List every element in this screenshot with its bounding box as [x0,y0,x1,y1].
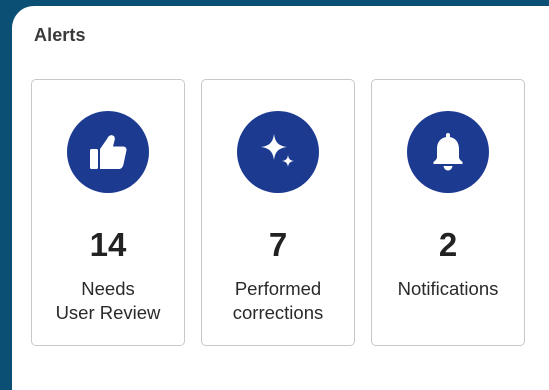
corrections-label-line2: corrections [232,302,324,323]
bell-icon [407,111,489,193]
notifications-card[interactable]: 2 Notifications [371,79,525,346]
needs-review-label-line1: Needs [81,278,135,299]
notifications-label: Notifications [372,277,524,301]
sparkle-icon [237,111,319,193]
corrections-label: Performed corrections [202,277,354,325]
needs-review-label: Needs User Review [32,277,184,325]
corrections-card[interactable]: 7 Performed corrections [201,79,355,346]
corrections-count: 7 [268,226,288,263]
needs-review-card[interactable]: 14 Needs User Review [31,79,185,346]
notifications-count: 2 [438,226,458,263]
notifications-label-line1: Notifications [397,278,499,299]
panel-title: Alerts [34,25,86,45]
corrections-label-line1: Performed [234,278,322,299]
needs-review-count: 14 [89,226,127,263]
alerts-panel: Alerts 14 Needs User Review 7 Performed … [12,6,549,390]
needs-review-label-line2: User Review [55,302,161,323]
thumbs-up-icon [67,111,149,193]
